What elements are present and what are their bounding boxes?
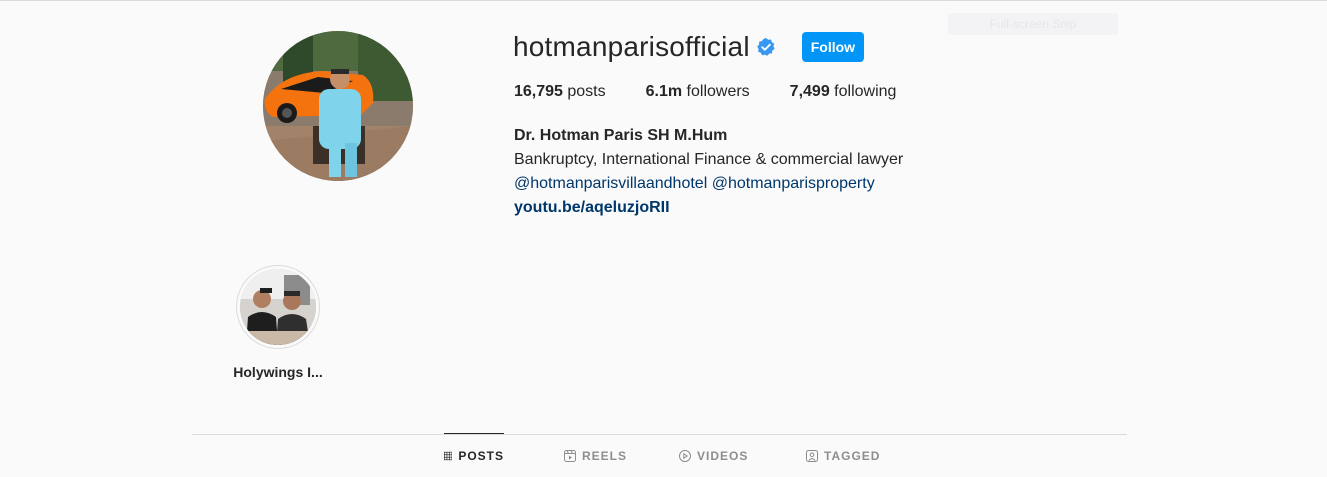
profile-photo xyxy=(263,31,413,181)
following-stat[interactable]: 7,499 following xyxy=(790,83,897,101)
profile-full-name: Dr. Hotman Paris SH M.Hum xyxy=(514,127,728,144)
followers-count: 6.1m xyxy=(645,83,683,100)
top-border xyxy=(0,0,1327,1)
username-row: hotmanparisofficial Follow xyxy=(513,30,865,64)
tab-reels-label: REELS xyxy=(582,448,628,463)
tab-posts[interactable]: POSTS xyxy=(444,433,504,477)
profile-bio: Dr. Hotman Paris SH M.Hum Bankruptcy, In… xyxy=(514,124,903,220)
tagged-icon xyxy=(806,449,818,462)
mention-link-property[interactable]: @hotmanparisproperty xyxy=(712,175,875,192)
profile-stats: 16,795 posts 6.1m followers 7,499 follow… xyxy=(514,83,936,101)
followers-stat[interactable]: 6.1m followers xyxy=(646,83,750,101)
tab-tagged[interactable]: TAGGED xyxy=(806,434,880,477)
highlight-photo xyxy=(240,269,316,345)
reels-icon xyxy=(564,449,576,462)
tab-reels[interactable]: REELS xyxy=(564,434,627,477)
tab-videos-label: VIDEOS xyxy=(697,448,749,463)
tab-videos[interactable]: VIDEOS xyxy=(679,434,748,477)
bio-mentions: @hotmanparisvillaandhotel @hotmanparispr… xyxy=(514,172,903,196)
tab-tagged-label: TAGGED xyxy=(824,448,881,463)
following-label: following xyxy=(829,83,897,100)
posts-label: posts xyxy=(562,83,606,100)
fullscreen-snip-overlay[interactable]: Full-screen Snip xyxy=(948,13,1118,35)
highlight-cover xyxy=(240,269,316,345)
story-highlight[interactable]: Holywings I... xyxy=(230,265,326,380)
video-icon xyxy=(679,449,691,462)
follow-button[interactable]: Follow xyxy=(801,32,865,62)
profile-tabs: POSTS REELS VIDEOS TAGGED xyxy=(0,433,1327,477)
highlight-label: Holywings I... xyxy=(233,364,323,380)
highlight-ring xyxy=(236,265,320,349)
tab-posts-label: POSTS xyxy=(458,448,504,463)
grid-icon xyxy=(444,451,453,460)
profile-username: hotmanparisofficial xyxy=(513,31,750,62)
followers-label: followers xyxy=(682,83,750,100)
bio-external-link[interactable]: youtu.be/aqeluzjoRII xyxy=(514,196,903,220)
verified-badge-icon xyxy=(756,38,775,56)
following-count: 7,499 xyxy=(789,83,830,100)
posts-stat: 16,795 posts xyxy=(514,83,606,101)
posts-count: 16,795 xyxy=(514,83,563,100)
mention-link-villa[interactable]: @hotmanparisvillaandhotel xyxy=(514,175,707,192)
profile-description: Bankruptcy, International Finance & comm… xyxy=(514,151,904,168)
profile-avatar[interactable] xyxy=(263,31,413,181)
